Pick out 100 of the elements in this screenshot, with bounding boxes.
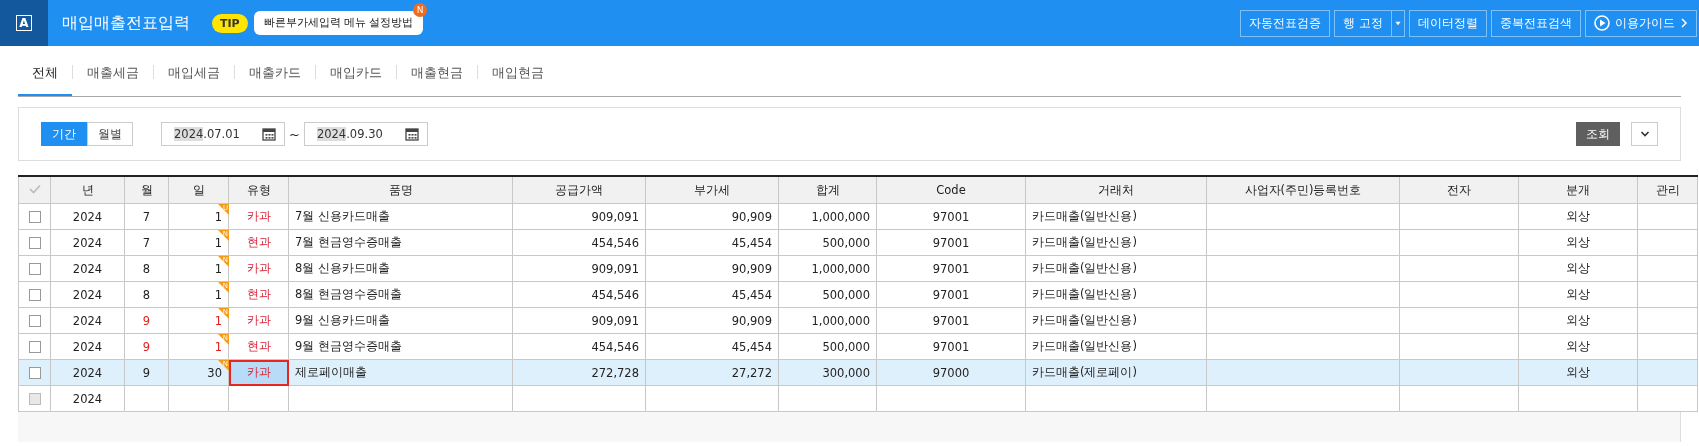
table-cell: 카드매출(일반신용) [1032, 235, 1137, 249]
row-checkbox[interactable] [28, 341, 41, 353]
row-checkbox[interactable] [28, 367, 41, 379]
table-cell: 97001 [932, 261, 970, 276]
chevron-icon [1639, 130, 1650, 138]
table-cell: 2024 [72, 235, 103, 250]
table-cell: 500,000 [822, 235, 870, 250]
table-cell: 300,000 [822, 365, 870, 380]
row-checkbox[interactable] [28, 263, 41, 275]
table-cell: 카드매출(일반신용) [1032, 261, 1137, 275]
column-header: 전자 [1399, 176, 1519, 204]
table-cell: 2024 [72, 365, 103, 380]
table-cell: 외상 [1566, 365, 1590, 379]
table-cell: 909,091 [591, 261, 639, 276]
table-cell: 272,728 [591, 365, 639, 380]
table-cell: 9 [142, 313, 151, 328]
date-field[interactable]: 2024.09.30 [303, 122, 428, 146]
table-cell: 2024 [72, 313, 103, 328]
tab[interactable]: 매입카드 [316, 49, 396, 96]
table-cell: 9월 현금영수증매출 [295, 339, 402, 353]
table-cell: 7 [142, 209, 151, 224]
column-header: 사업자(주민)등록번호 [1206, 176, 1400, 204]
column-header: 월 [124, 176, 169, 204]
tip-badge: TIP [212, 13, 248, 33]
table-cell: 현과 [246, 339, 271, 353]
column-header: 공급가액 [512, 176, 646, 204]
table-cell: 1,000,000 [811, 261, 870, 276]
column-header: 관리 [1637, 176, 1698, 204]
table-cell: 97001 [932, 235, 970, 250]
table-cell: 2024 [72, 339, 103, 354]
table-cell: 7 [142, 235, 151, 250]
row-checkbox[interactable] [28, 315, 41, 327]
table-cell: 1,000,000 [811, 313, 870, 328]
table-cell: 45,454 [731, 287, 772, 302]
calendar-icon[interactable] [404, 127, 419, 141]
column-header: 분개 [1518, 176, 1638, 204]
play-icon [1594, 15, 1610, 31]
table-cell: 97001 [932, 287, 970, 302]
expand-button[interactable] [1631, 122, 1658, 146]
table-cell: 외상 [1566, 209, 1590, 223]
table-cell: 45,454 [731, 235, 772, 250]
column-header: 유형 [228, 176, 289, 204]
table-cell: 9월 신용카드매출 [295, 313, 390, 327]
tab[interactable]: 매입세금 [154, 49, 234, 96]
table-cell: 2024 [72, 209, 103, 224]
table-cell: 45,454 [731, 339, 772, 354]
column-header: 년 [50, 176, 125, 204]
table-cell: 외상 [1566, 235, 1590, 249]
table-cell: 500,000 [822, 339, 870, 354]
table-cell: 2024 [72, 391, 103, 406]
table-cell: 카드매출(일반신용) [1032, 313, 1137, 327]
calendar-icon[interactable] [262, 127, 276, 141]
table-cell: 909,091 [591, 209, 639, 224]
row-checkbox[interactable] [28, 289, 41, 301]
table-cell: 97001 [932, 209, 970, 224]
table-cell: 8 [142, 287, 151, 302]
period-toggle[interactable]: 월별 [87, 122, 133, 146]
table-cell: 제로페이매출 [295, 365, 367, 379]
table-cell: 카과 [246, 261, 271, 275]
check-icon[interactable] [28, 184, 41, 194]
row-checkbox[interactable] [28, 393, 41, 405]
table-cell: 카과 [246, 209, 271, 223]
app-logo: A [0, 0, 48, 46]
tab[interactable]: 매입현금 [478, 49, 558, 96]
table-cell: 2024 [72, 287, 103, 302]
tab[interactable]: 매출카드 [235, 49, 315, 96]
date-field[interactable]: 2024.07.01 [161, 122, 285, 146]
table-cell: 1,000,000 [811, 209, 870, 224]
column-header: 품명 [288, 176, 513, 204]
row-checkbox[interactable] [28, 237, 41, 249]
column-header: 합계 [778, 176, 877, 204]
new-badge: N [413, 3, 427, 17]
column-header: 일 [168, 176, 229, 204]
column-header: Code [876, 176, 1026, 204]
range-separator: ~ [289, 126, 300, 142]
table-cell: 90,909 [731, 261, 772, 276]
window-title: 매입매출전표입력 [62, 12, 190, 34]
search-button[interactable]: 조회 [1576, 122, 1620, 146]
table-cell: 454,546 [591, 235, 639, 250]
caret-icon[interactable] [1391, 9, 1405, 37]
table-cell: 8월 신용카드매출 [295, 261, 390, 275]
table-cell: 8월 현금영수증매출 [295, 287, 402, 301]
table-cell: 90,909 [731, 209, 772, 224]
table-cell: 외상 [1566, 261, 1590, 275]
table-cell: 카과 [246, 365, 271, 379]
table-cell: 현과 [246, 235, 271, 249]
table-cell: 90,909 [731, 313, 772, 328]
table-cell: 500,000 [822, 287, 870, 302]
table-cell: 외상 [1566, 313, 1590, 327]
table-cell: 카드매출(일반신용) [1032, 287, 1137, 301]
tab[interactable]: 매출현금 [397, 49, 477, 96]
tab[interactable]: 매출세금 [73, 49, 153, 96]
table-cell: 8 [142, 261, 151, 276]
chevron-icon [1680, 17, 1688, 29]
row-checkbox[interactable] [28, 211, 41, 223]
table-cell: 454,546 [591, 287, 639, 302]
column-header: 부가세 [645, 176, 779, 204]
table-cell: 외상 [1566, 339, 1590, 353]
table-cell: 현과 [246, 287, 271, 301]
table-cell: 97001 [932, 313, 970, 328]
